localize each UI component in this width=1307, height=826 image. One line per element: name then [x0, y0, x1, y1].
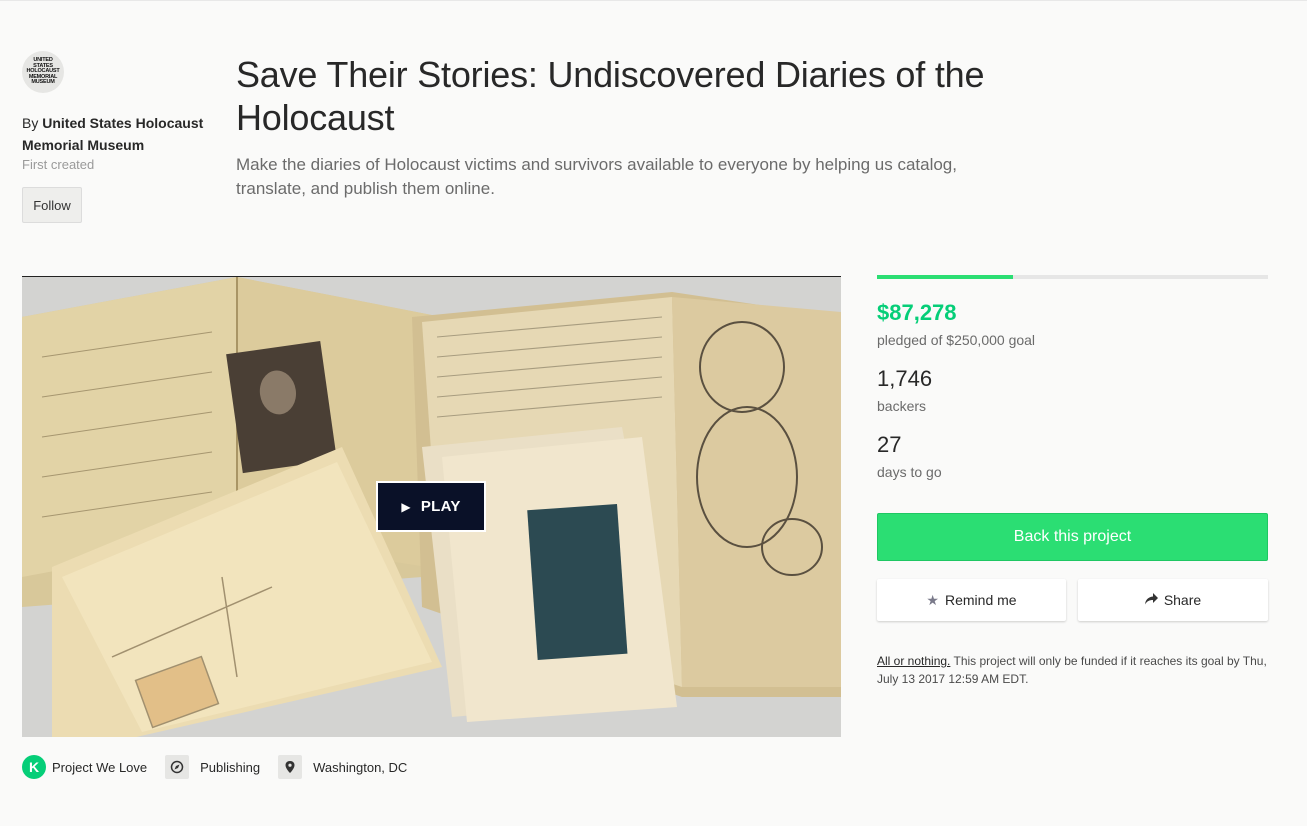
share-arrow-icon	[1144, 592, 1158, 608]
tag-label: Washington, DC	[313, 759, 408, 775]
star-icon: ★	[926, 591, 939, 608]
play-label: PLAY	[420, 498, 461, 515]
days-to-go-count: 27	[877, 432, 902, 457]
location-pin-icon	[278, 755, 303, 779]
creator-panel: UNITED STATES HOLOCAUST MEMORIAL MUSEUM …	[22, 51, 217, 223]
by-prefix: By	[22, 115, 39, 131]
project-blurb: Make the diaries of Holocaust victims an…	[236, 155, 957, 198]
creator-logo-text: UNITED STATES HOLOCAUST MEMORIAL MUSEUM	[26, 57, 60, 86]
backers-label: backers	[877, 398, 927, 414]
tag-publishing[interactable]: Publishing	[165, 755, 260, 779]
tag-location[interactable]: Washington, DC	[278, 755, 407, 779]
play-button[interactable]: ▶ PLAY	[376, 481, 486, 532]
follow-button[interactable]: Follow	[22, 187, 82, 223]
back-this-project-button[interactable]: Back this project	[877, 513, 1268, 561]
pledged-label: pledged of $250,000 goal	[877, 332, 1036, 348]
creator-byline: By United States Holocaust Memorial Muse…	[22, 112, 217, 156]
remind-me-label: Remind me	[944, 592, 1017, 608]
project-title: Save Their Stories: Undiscovered Diaries…	[236, 54, 985, 138]
creator-avatar[interactable]: UNITED STATES HOLOCAUST MEMORIAL MUSEUM	[22, 51, 64, 93]
tag-label: Publishing	[200, 759, 261, 775]
top-divider	[0, 0, 1307, 1]
project-tags: K Project We Love Publishing Washington,…	[22, 755, 425, 779]
funding-progress-fill	[877, 275, 1014, 279]
share-button[interactable]: Share	[1078, 579, 1268, 621]
tag-label: Project We Love	[52, 759, 148, 775]
all-or-nothing-link[interactable]: All or nothing.	[877, 654, 950, 668]
compass-icon	[165, 755, 190, 779]
play-icon: ▶	[401, 499, 411, 514]
share-label: Share	[1163, 592, 1202, 608]
tag-project-we-love[interactable]: K Project We Love	[22, 755, 147, 779]
pledged-amount: $87,278	[877, 300, 957, 325]
creator-name[interactable]: United States Holocaust Memorial Museum	[22, 115, 203, 153]
first-created-label: First created	[22, 157, 95, 172]
backers-count: 1,746	[877, 366, 933, 391]
funding-note: All or nothing. This project will only b…	[877, 652, 1268, 688]
funding-progress-bar	[877, 275, 1268, 279]
days-to-go-label: days to go	[877, 464, 942, 480]
kickstarter-k-icon: K	[22, 755, 46, 779]
remind-me-button[interactable]: ★ Remind me	[877, 579, 1066, 621]
